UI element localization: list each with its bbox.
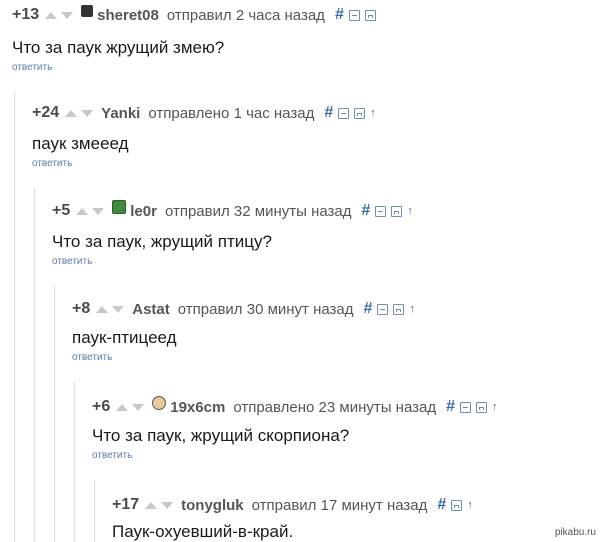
downvote-icon[interactable] <box>92 207 105 215</box>
comment: +17 tonygluk отправил 17 минут назад # ↑… <box>0 494 600 542</box>
comment-meta: отправил 2 часа назад <box>166 6 325 24</box>
avatar <box>112 200 127 214</box>
comment-username[interactable]: Yanki <box>101 105 140 122</box>
comment-username[interactable]: tonygluk <box>181 497 244 514</box>
collapse-icon[interactable] <box>377 303 389 315</box>
comment: +24 Yanki отправлено 1 час назад # ↑ пау… <box>0 102 600 182</box>
save-icon[interactable] <box>354 107 366 119</box>
comment-meta: отправлено 23 минуты назад <box>233 398 437 416</box>
comment-username[interactable]: Astat <box>132 301 170 318</box>
collapse-icon[interactable] <box>375 205 387 217</box>
save-icon[interactable] <box>391 205 403 217</box>
downvote-icon[interactable] <box>132 403 145 411</box>
comment-username[interactable]: 19x6cm <box>170 399 225 416</box>
comment-header: +17 tonygluk отправил 17 минут назад # ↑ <box>112 494 473 516</box>
comment: +13 sheret08 отправил 2 часа назад # Что… <box>0 4 600 84</box>
permalink-hash-icon[interactable]: # <box>437 496 446 514</box>
upvote-icon[interactable] <box>76 207 89 215</box>
upvote-icon[interactable] <box>145 501 158 509</box>
comment-rating: +13 <box>12 6 40 23</box>
upvote-icon[interactable] <box>45 11 58 19</box>
parent-arrow-icon[interactable]: ↑ <box>492 401 498 413</box>
save-icon[interactable] <box>364 9 376 21</box>
save-icon[interactable] <box>476 401 488 413</box>
save-icon[interactable] <box>451 499 463 511</box>
comment-header: +8 Astat отправил 30 минут назад # ↑ <box>72 298 415 320</box>
comment-rating: +8 <box>72 300 91 317</box>
comment-text: Что за паук жрущий змею? <box>12 38 225 57</box>
parent-arrow-icon[interactable]: ↑ <box>467 499 473 511</box>
comment-rating: +17 <box>112 496 140 513</box>
comment-rating: +5 <box>52 202 71 219</box>
downvote-icon[interactable] <box>112 305 125 313</box>
upvote-icon[interactable] <box>116 403 129 411</box>
avatar <box>152 396 167 410</box>
comment-meta: отправил 32 минуты назад <box>164 202 352 220</box>
comment-username[interactable]: sheret08 <box>97 7 159 24</box>
comment-meta: отправил 17 минут назад <box>251 496 428 514</box>
comment: +6 19x6cm отправлено 23 минуты назад # ↑… <box>0 396 600 476</box>
comment-username[interactable]: le0r <box>130 203 157 220</box>
comment-text: Что за паук, жрущий скорпиона? <box>92 426 350 445</box>
save-icon[interactable] <box>393 303 405 315</box>
comment: +8 Astat отправил 30 минут назад # ↑ пау… <box>0 298 600 378</box>
reply-link[interactable]: ответить <box>72 352 112 363</box>
comment-header: +6 19x6cm отправлено 23 минуты назад # ↑ <box>92 396 498 418</box>
permalink-hash-icon[interactable]: # <box>335 6 344 24</box>
collapse-icon[interactable] <box>460 401 472 413</box>
comment-text: паук змееед <box>32 134 129 153</box>
parent-arrow-icon[interactable]: ↑ <box>407 205 413 217</box>
comment-text: Что за паук, жрущий птицу? <box>52 232 272 251</box>
reply-link[interactable]: ответить <box>92 450 132 461</box>
parent-arrow-icon[interactable]: ↑ <box>370 107 376 119</box>
permalink-hash-icon[interactable]: # <box>446 398 455 416</box>
watermark: pikabu.ru <box>554 527 596 538</box>
collapse-icon[interactable] <box>338 107 350 119</box>
comment-header: +24 Yanki отправлено 1 час назад # ↑ <box>32 102 376 124</box>
comment-header: +13 sheret08 отправил 2 часа назад # <box>12 4 376 26</box>
comment-rating: +24 <box>32 104 60 121</box>
comment-header: +5 le0r отправил 32 минуты назад # ↑ <box>52 200 413 222</box>
collapse-icon[interactable] <box>348 9 360 21</box>
permalink-hash-icon[interactable]: # <box>364 300 373 318</box>
reply-link[interactable]: ответить <box>32 158 72 169</box>
comment-meta: отправлено 1 час назад <box>148 104 315 122</box>
downvote-icon[interactable] <box>61 11 74 19</box>
reply-link[interactable]: ответить <box>52 256 92 267</box>
comment-rating: +6 <box>92 398 111 415</box>
upvote-icon[interactable] <box>96 305 109 313</box>
parent-arrow-icon[interactable]: ↑ <box>409 303 415 315</box>
downvote-icon[interactable] <box>161 501 174 509</box>
comment-text: паук-птицеед <box>72 328 177 347</box>
comment-text: Паук-охуевший-в-край. <box>112 522 294 541</box>
avatar <box>81 5 94 17</box>
downvote-icon[interactable] <box>81 109 94 117</box>
permalink-hash-icon[interactable]: # <box>324 104 333 122</box>
permalink-hash-icon[interactable]: # <box>362 202 371 220</box>
comment: +5 le0r отправил 32 минуты назад # ↑ Что… <box>0 200 600 280</box>
comment-meta: отправил 30 минут назад <box>177 300 354 318</box>
upvote-icon[interactable] <box>65 109 78 117</box>
reply-link[interactable]: ответить <box>12 62 52 73</box>
